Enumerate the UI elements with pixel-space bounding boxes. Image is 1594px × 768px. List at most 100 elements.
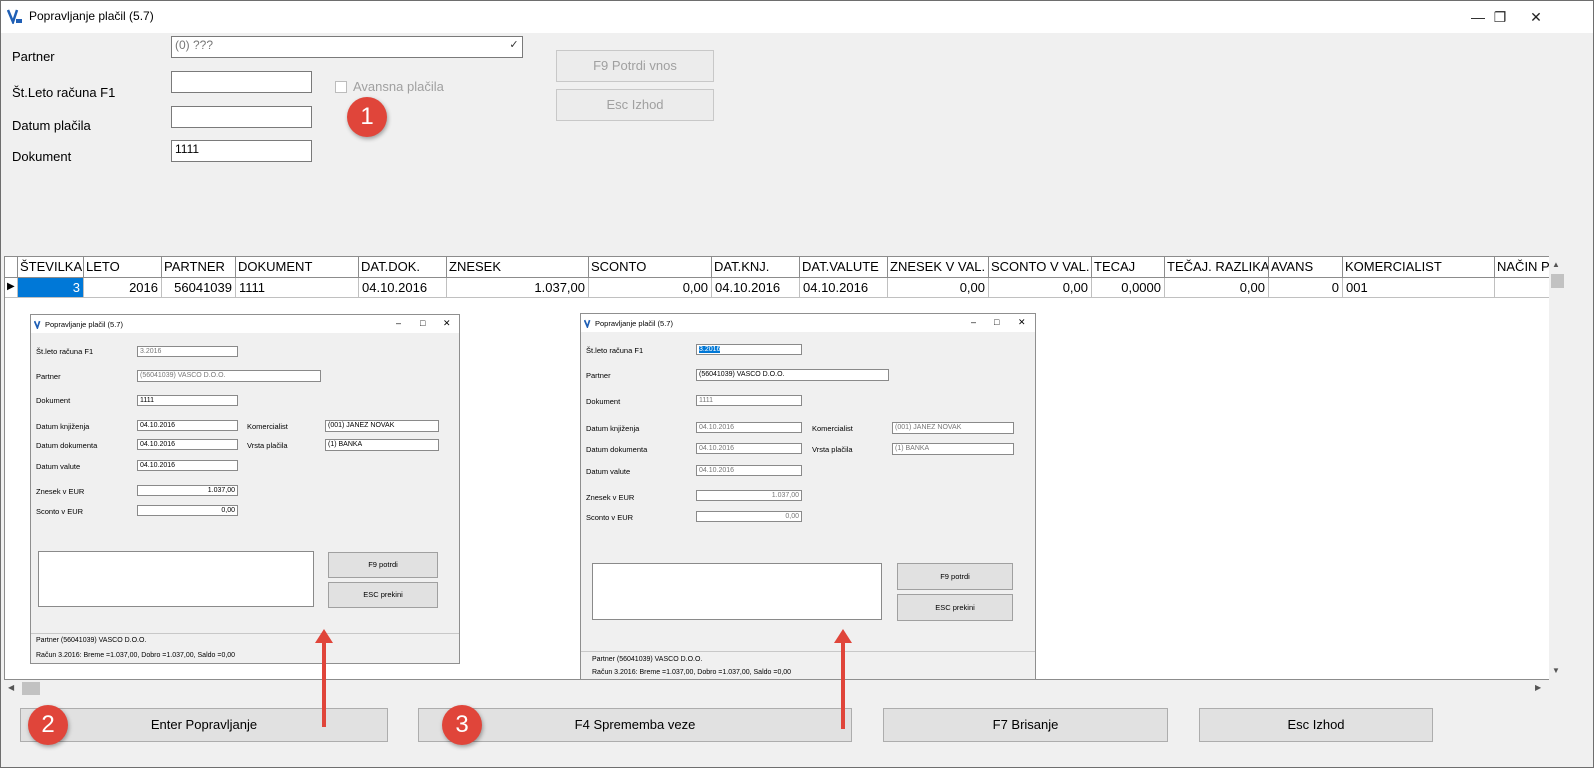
col-header[interactable]: ZNESEK: [447, 257, 589, 278]
scroll-left-icon[interactable]: ◀: [8, 683, 14, 692]
ok-button[interactable]: F9 potrdi: [328, 552, 438, 578]
znesek-field[interactable]: 1.037,00: [137, 485, 238, 496]
col-header[interactable]: TEČAJ. RAZLIKA: [1165, 257, 1269, 278]
scroll-down-icon[interactable]: ▼: [1552, 666, 1560, 675]
col-header[interactable]: TECAJ: [1092, 257, 1165, 278]
table-cell[interactable]: 0,00: [589, 278, 712, 298]
table-cell[interactable]: 0,00: [989, 278, 1092, 298]
table-cell[interactable]: 2016: [84, 278, 162, 298]
col-header[interactable]: PARTNER: [162, 257, 236, 278]
dval-field[interactable]: 04.10.2016: [696, 465, 802, 476]
confirm-button[interactable]: F9 Potrdi vnos: [556, 50, 714, 82]
racun-label: Št.Leto računa F1: [12, 85, 116, 100]
cancel-button[interactable]: ESC prekini: [328, 582, 438, 608]
partner-combo[interactable]: (56041039) VASCO D.O.O.: [696, 369, 889, 381]
maximize-icon[interactable]: □: [420, 318, 425, 328]
table-cell[interactable]: 0,00: [888, 278, 989, 298]
col-header[interactable]: DAT.DOK.: [359, 257, 447, 278]
exit-button[interactable]: Esc Izhod: [1199, 708, 1433, 742]
dokument-field[interactable]: 1111: [696, 395, 802, 406]
table-cell[interactable]: 04.10.2016: [712, 278, 800, 298]
horizontal-scrollbar[interactable]: ◀ ▶: [4, 680, 1549, 697]
col-header[interactable]: SCONTO V VAL.: [989, 257, 1092, 278]
status-racun: Račun 3.2016: Breme =1.037,00, Dobro =1.…: [592, 669, 792, 676]
scroll-thumb[interactable]: [1551, 274, 1564, 288]
partner-label: Partner: [586, 371, 611, 380]
racun-field[interactable]: 3.2016: [696, 344, 802, 355]
ddok-field[interactable]: 04.10.2016: [696, 443, 802, 454]
ddok-field[interactable]: 04.10.2016: [137, 439, 238, 450]
app-icon: [584, 319, 591, 328]
kom-combo[interactable]: (001) JANEZ NOVAK: [325, 420, 439, 432]
racun-label: Št.leto računa F1: [36, 347, 94, 356]
sconto-field[interactable]: 0,00: [696, 511, 802, 522]
table-cell[interactable]: 0: [1269, 278, 1343, 298]
table-cell[interactable]: 1111: [236, 278, 359, 298]
cancel-button[interactable]: ESC prekini: [897, 594, 1013, 621]
avansna-checkbox[interactable]: [335, 81, 347, 93]
dokument-input[interactable]: 1111: [171, 140, 312, 162]
sconto-label: Sconto v EUR: [36, 507, 84, 516]
table-cell[interactable]: 0,0000: [1092, 278, 1165, 298]
minimize-icon[interactable]: –: [396, 318, 401, 328]
change-link-button[interactable]: F4 Sprememba veze: [418, 708, 852, 742]
notes-memo[interactable]: [38, 551, 314, 607]
table-cell[interactable]: 3: [18, 278, 84, 298]
sconto-field[interactable]: 0,00: [137, 505, 238, 516]
col-header[interactable]: KOMERCIALIST: [1343, 257, 1495, 278]
table-cell[interactable]: 04.10.2016: [359, 278, 447, 298]
close-icon[interactable]: ✕: [443, 318, 451, 329]
title-bar: Popravljanje plačil (5.7) — ❐ ✕: [1, 1, 1593, 33]
partner-label: Partner: [36, 372, 61, 381]
dknj-field[interactable]: 04.10.2016: [696, 422, 802, 433]
dokument-field[interactable]: 1111: [137, 395, 238, 406]
minimize-icon[interactable]: –: [971, 317, 976, 327]
znesek-field[interactable]: 1.037,00: [696, 490, 802, 501]
col-header[interactable]: DOKUMENT: [236, 257, 359, 278]
col-header[interactable]: NAČIN P: [1495, 257, 1551, 278]
scroll-thumb[interactable]: [22, 682, 40, 695]
table-cell[interactable]: 001: [1343, 278, 1495, 298]
table-cell[interactable]: 0,00: [1165, 278, 1269, 298]
vrsta-combo[interactable]: (1) BANKA: [325, 439, 439, 451]
scroll-up-icon[interactable]: ▲: [1552, 260, 1560, 269]
col-header[interactable]: SCONTO: [589, 257, 712, 278]
exit-top-button[interactable]: Esc Izhod: [556, 89, 714, 121]
racun-input[interactable]: [171, 71, 312, 93]
table-cell[interactable]: [1495, 278, 1551, 298]
dialog-screenshot-right: Popravljanje plačil (5.7) – □ ✕ Št.leto …: [580, 313, 1036, 680]
partner-combo[interactable]: (0) ??? ✓: [171, 36, 523, 58]
kom-combo[interactable]: (001) JANEZ NOVAK: [892, 422, 1014, 434]
vrsta-combo[interactable]: (1) BANKA: [892, 443, 1014, 455]
table-cell[interactable]: 56041039: [162, 278, 236, 298]
annotation-badge-2: 2: [28, 705, 68, 745]
dknj-field[interactable]: 04.10.2016: [137, 420, 238, 431]
edit-button[interactable]: Enter Popravljanje: [20, 708, 388, 742]
maximize-icon[interactable]: □: [994, 317, 999, 327]
scroll-right-icon[interactable]: ▶: [1535, 683, 1541, 692]
ok-button[interactable]: F9 potrdi: [897, 563, 1013, 590]
vertical-scrollbar[interactable]: ▲ ▼: [1549, 256, 1566, 680]
table-cell[interactable]: 1.037,00: [447, 278, 589, 298]
col-header[interactable]: ŠTEVILKA: [18, 257, 84, 278]
vrsta-label: Vrsta plačila: [247, 441, 288, 450]
chevron-down-icon[interactable]: ✓: [507, 38, 521, 56]
notes-memo[interactable]: [592, 563, 882, 620]
close-button[interactable]: ✕: [1513, 1, 1559, 33]
col-header[interactable]: DAT.VALUTE: [800, 257, 888, 278]
dialog-title: Popravljanje plačil (5.7): [45, 320, 123, 329]
col-header[interactable]: AVANS: [1269, 257, 1343, 278]
partner-combo[interactable]: (56041039) VASCO D.O.O.: [137, 370, 321, 382]
table-cell[interactable]: 04.10.2016: [800, 278, 888, 298]
ddok-label: Datum dokumenta: [36, 441, 98, 450]
datum-input[interactable]: [171, 106, 312, 128]
annotation-arrow-shaft: [841, 643, 845, 729]
close-icon[interactable]: ✕: [1018, 317, 1026, 328]
col-header[interactable]: ZNESEK V VAL.: [888, 257, 989, 278]
delete-button[interactable]: F7 Brisanje: [883, 708, 1168, 742]
ddok-label: Datum dokumenta: [586, 445, 648, 454]
col-header[interactable]: LETO: [84, 257, 162, 278]
dval-field[interactable]: 04.10.2016: [137, 460, 238, 471]
racun-field[interactable]: 3.2016: [137, 346, 238, 357]
col-header[interactable]: DAT.KNJ.: [712, 257, 800, 278]
